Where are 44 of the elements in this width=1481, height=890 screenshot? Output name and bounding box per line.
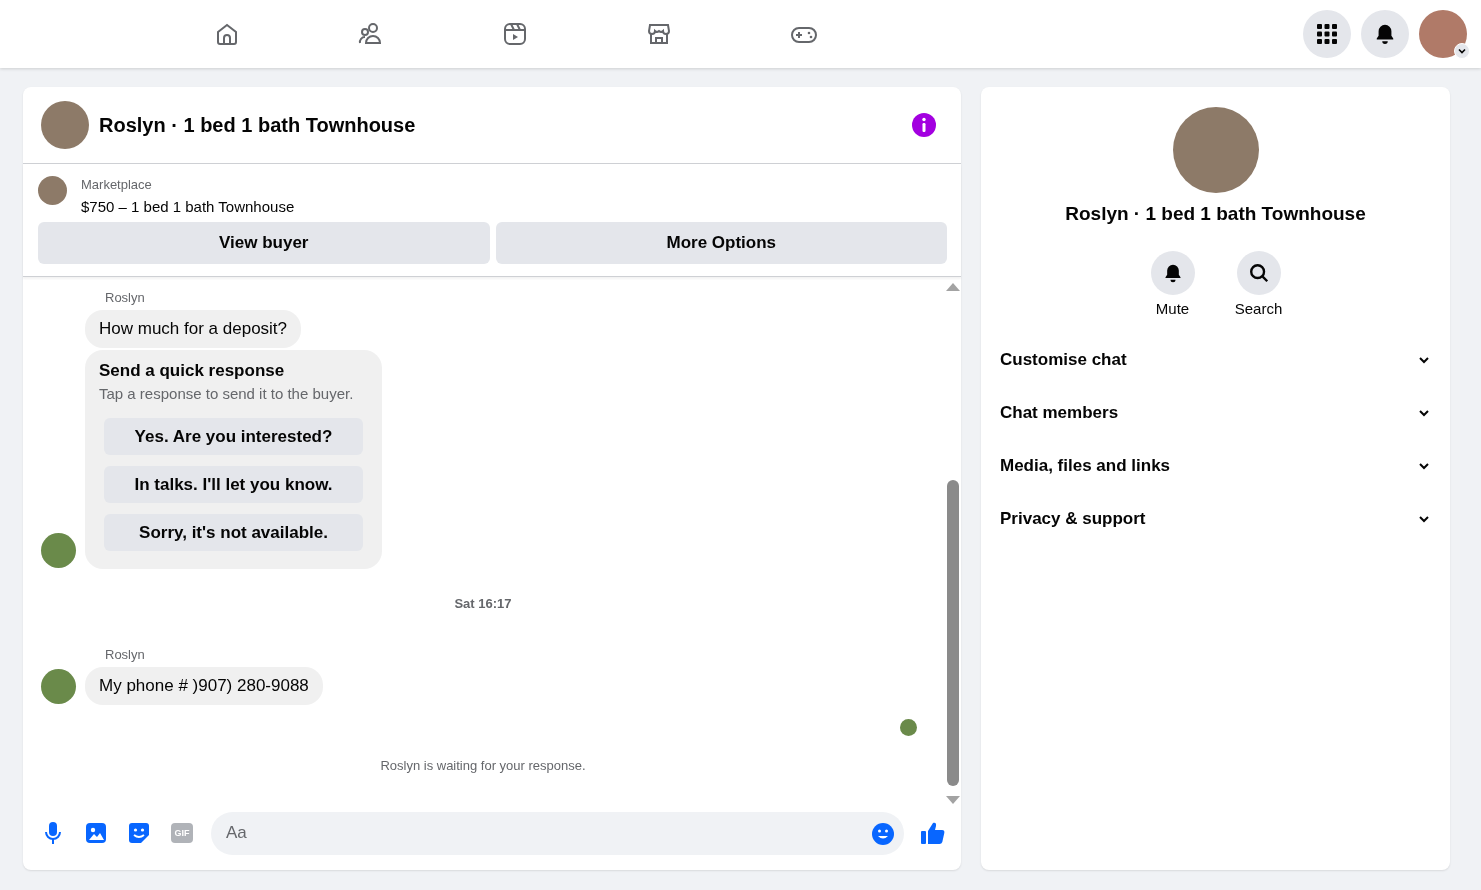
search-icon bbox=[1247, 262, 1270, 284]
quick-reply-button[interactable]: Yes. Are you interested? bbox=[104, 418, 363, 455]
section-header[interactable]: Media, files and links bbox=[991, 439, 1440, 492]
section-label: Media, files and links bbox=[1000, 455, 1171, 476]
button-label: Mute bbox=[1155, 300, 1190, 317]
read-receipt-avatar bbox=[900, 719, 917, 736]
listing-source: Marketplace bbox=[81, 177, 153, 192]
message-input-field[interactable]: Aa bbox=[211, 811, 904, 855]
timestamp: Sat 16:17 bbox=[454, 596, 512, 611]
notifications-button[interactable] bbox=[1361, 10, 1409, 58]
section-label: Customise chat bbox=[1000, 349, 1127, 370]
quick-reply-button[interactable]: Sorry, it's not available. bbox=[104, 514, 363, 551]
section-header[interactable]: Chat members bbox=[991, 386, 1440, 439]
info-icon[interactable] bbox=[911, 112, 937, 138]
action-button[interactable]: More Options bbox=[495, 222, 947, 264]
search-button[interactable] bbox=[1236, 251, 1281, 295]
bell-icon bbox=[1374, 23, 1396, 45]
section-header[interactable]: Customise chat bbox=[991, 333, 1440, 386]
message-bubble: How much for a deposit? bbox=[85, 310, 302, 348]
quick-reply-button[interactable]: In talks. I'll let you know. bbox=[104, 466, 363, 503]
section-label: Chat members bbox=[1000, 402, 1119, 423]
caret-icon[interactable] bbox=[1454, 43, 1470, 59]
section-header[interactable]: Privacy & support bbox=[991, 492, 1440, 545]
mute-button[interactable] bbox=[1150, 251, 1195, 295]
message-bubble: My phone # )907) 280-9088 bbox=[85, 667, 323, 705]
menu-button[interactable] bbox=[1303, 10, 1351, 58]
sender-name: Roslyn bbox=[105, 647, 146, 662]
listing-photo-placeholder bbox=[41, 101, 89, 149]
avatar-photo-placeholder bbox=[41, 669, 76, 704]
chat-title: Roslyn · 1 bed 1 bath Townhouse bbox=[1065, 203, 1366, 225]
quick-response-title: Send a quick response bbox=[99, 361, 286, 381]
sender-name: Roslyn bbox=[105, 290, 146, 305]
button-label: Search bbox=[1234, 300, 1283, 317]
action-button[interactable]: View buyer bbox=[38, 222, 490, 264]
quick-response-hint: Tap a response to send it to the buyer. bbox=[99, 385, 355, 402]
chat-title: Roslyn · 1 bed 1 bath Townhouse bbox=[99, 113, 417, 137]
listing-title: $750 – 1 bed 1 bath Townhouse bbox=[81, 198, 295, 215]
status-text: Roslyn is waiting for your response. bbox=[380, 758, 586, 773]
section-label: Privacy & support bbox=[1000, 508, 1146, 529]
emoji-icon[interactable] bbox=[871, 821, 895, 846]
listing-photo-placeholder bbox=[38, 176, 67, 205]
profile-avatar[interactable] bbox=[1419, 10, 1467, 58]
grid-icon bbox=[1315, 22, 1339, 46]
avatar-photo-placeholder bbox=[41, 533, 76, 568]
